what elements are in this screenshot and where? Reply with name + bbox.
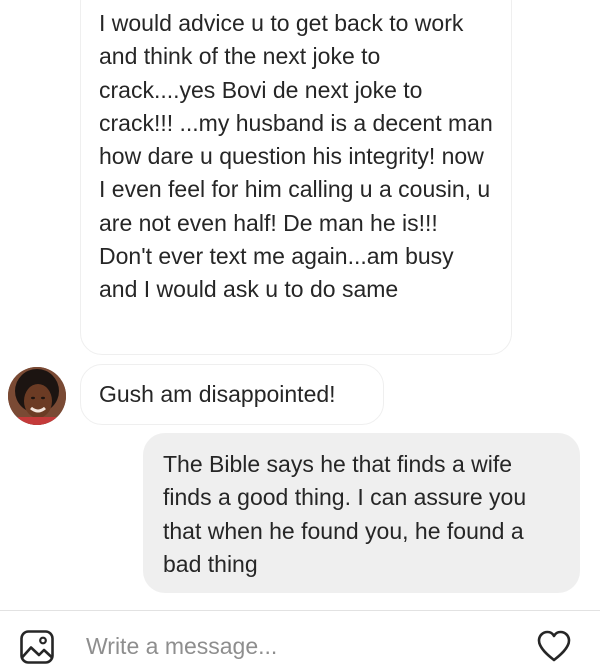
incoming-message-bubble[interactable]: I would advice u to get back to work and…: [80, 0, 512, 355]
gallery-icon[interactable]: [20, 630, 54, 664]
message-text: The Bible says he that finds a wife find…: [163, 451, 527, 577]
chat-thread: I would advice u to get back to work and…: [0, 0, 600, 671]
avatar[interactable]: [8, 367, 66, 425]
incoming-message-bubble[interactable]: Gush am disappointed!: [80, 364, 384, 425]
message-input[interactable]: [86, 627, 506, 665]
heart-icon[interactable]: [536, 629, 572, 663]
avatar-image: [8, 367, 66, 425]
message-text: Gush am disappointed!: [99, 381, 336, 407]
outgoing-message-bubble[interactable]: The Bible says he that finds a wife find…: [143, 433, 580, 593]
message-composer: [0, 611, 600, 671]
message-text: I would advice u to get back to work and…: [99, 10, 493, 303]
